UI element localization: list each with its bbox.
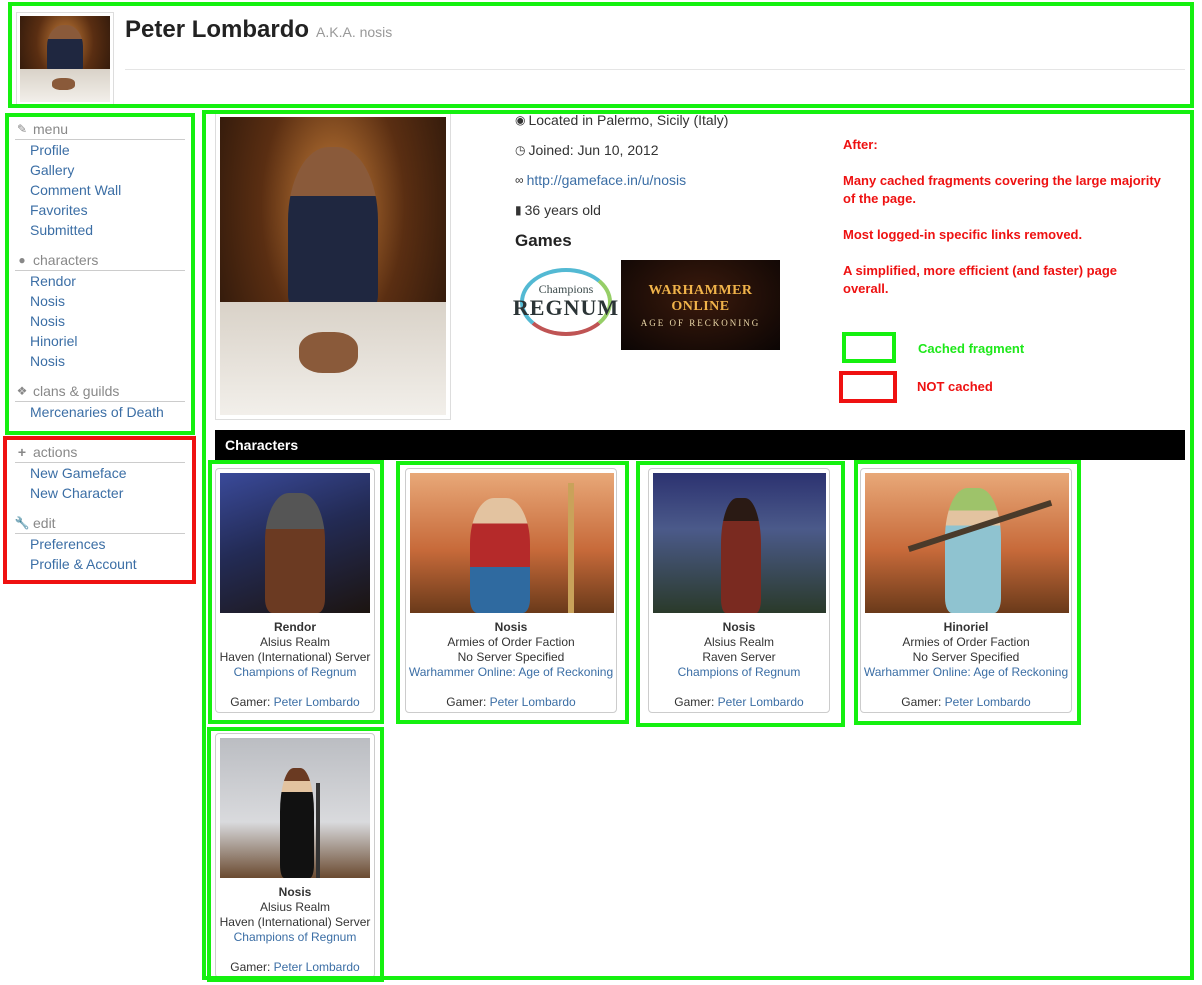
cached-fragment-character	[854, 460, 1081, 725]
cached-fragment-sidebar	[5, 113, 195, 435]
cached-fragment-character	[208, 460, 384, 724]
cached-fragment-header	[8, 2, 1194, 108]
not-cached-fragment-sidebar-actions	[3, 436, 196, 584]
cached-fragment-character	[636, 461, 845, 727]
cached-fragment-character	[396, 461, 629, 724]
cached-fragment-character	[207, 727, 384, 982]
